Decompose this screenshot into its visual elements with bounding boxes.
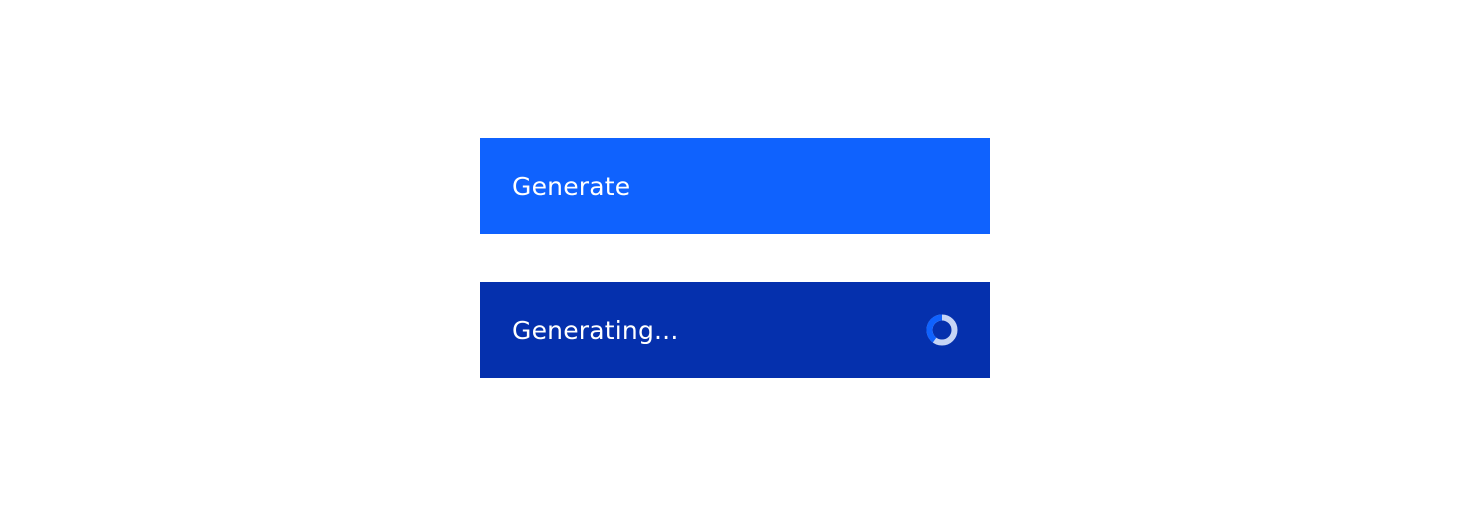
generating-button: Generating... [480,282,990,378]
generating-button-label: Generating... [512,315,679,345]
spinner-progress-arc [926,314,943,343]
generate-button-label: Generate [512,171,631,201]
generate-button[interactable]: Generate [480,138,990,234]
canvas: Generate Generating... [0,0,1472,518]
loading-spinner-icon [926,314,958,346]
